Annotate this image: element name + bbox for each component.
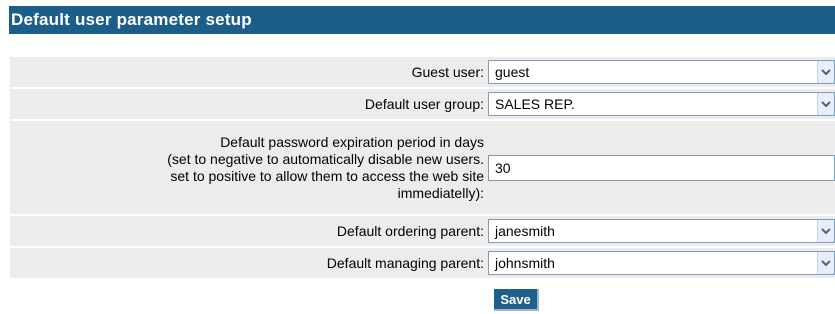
password-expiration-label-line: set to positive to allow them to access … bbox=[170, 167, 484, 184]
password-expiration-label-line: Default password expiration period in da… bbox=[220, 133, 484, 150]
user-parameter-form: Guest user: guest Default user group: SA… bbox=[10, 57, 835, 280]
page: Default user parameter setup Guest user:… bbox=[0, 0, 835, 314]
default-ordering-parent-row: Default ordering parent: janesmith bbox=[10, 216, 835, 246]
default-managing-parent-select[interactable]: johnsmith bbox=[488, 251, 835, 275]
password-expiration-input[interactable]: 30 bbox=[488, 154, 835, 181]
chevron-down-icon[interactable] bbox=[817, 61, 834, 83]
default-ordering-parent-label: Default ordering parent: bbox=[336, 222, 484, 239]
default-user-group-label: Default user group: bbox=[364, 95, 484, 112]
default-user-group-select[interactable]: SALES REP. bbox=[488, 92, 835, 116]
guest-user-row: Guest user: guest bbox=[10, 57, 835, 87]
password-expiration-label-line: (set to negative to automatically disabl… bbox=[167, 150, 484, 167]
default-user-group-value: SALES REP. bbox=[495, 96, 575, 112]
default-managing-parent-value: johnsmith bbox=[495, 255, 555, 271]
password-expiration-label: Default password expiration period in da… bbox=[10, 134, 488, 202]
default-managing-parent-label: Default managing parent: bbox=[326, 254, 484, 271]
default-user-group-row: Default user group: SALES REP. bbox=[10, 89, 835, 119]
default-ordering-parent-select[interactable]: janesmith bbox=[488, 219, 835, 243]
guest-user-label: Guest user: bbox=[411, 63, 484, 80]
page-title: Default user parameter setup bbox=[9, 6, 835, 34]
password-expiration-row: Default password expiration period in da… bbox=[10, 121, 835, 214]
save-button[interactable]: Save bbox=[494, 289, 539, 311]
password-expiration-label-line: immediatelly): bbox=[397, 184, 484, 201]
chevron-down-icon[interactable] bbox=[817, 220, 834, 242]
default-ordering-parent-value: janesmith bbox=[495, 223, 555, 239]
guest-user-value: guest bbox=[495, 64, 530, 80]
default-managing-parent-row: Default managing parent: johnsmith bbox=[10, 248, 835, 278]
chevron-down-icon[interactable] bbox=[817, 93, 834, 115]
chevron-down-icon[interactable] bbox=[817, 252, 834, 274]
guest-user-select[interactable]: guest bbox=[488, 60, 835, 84]
